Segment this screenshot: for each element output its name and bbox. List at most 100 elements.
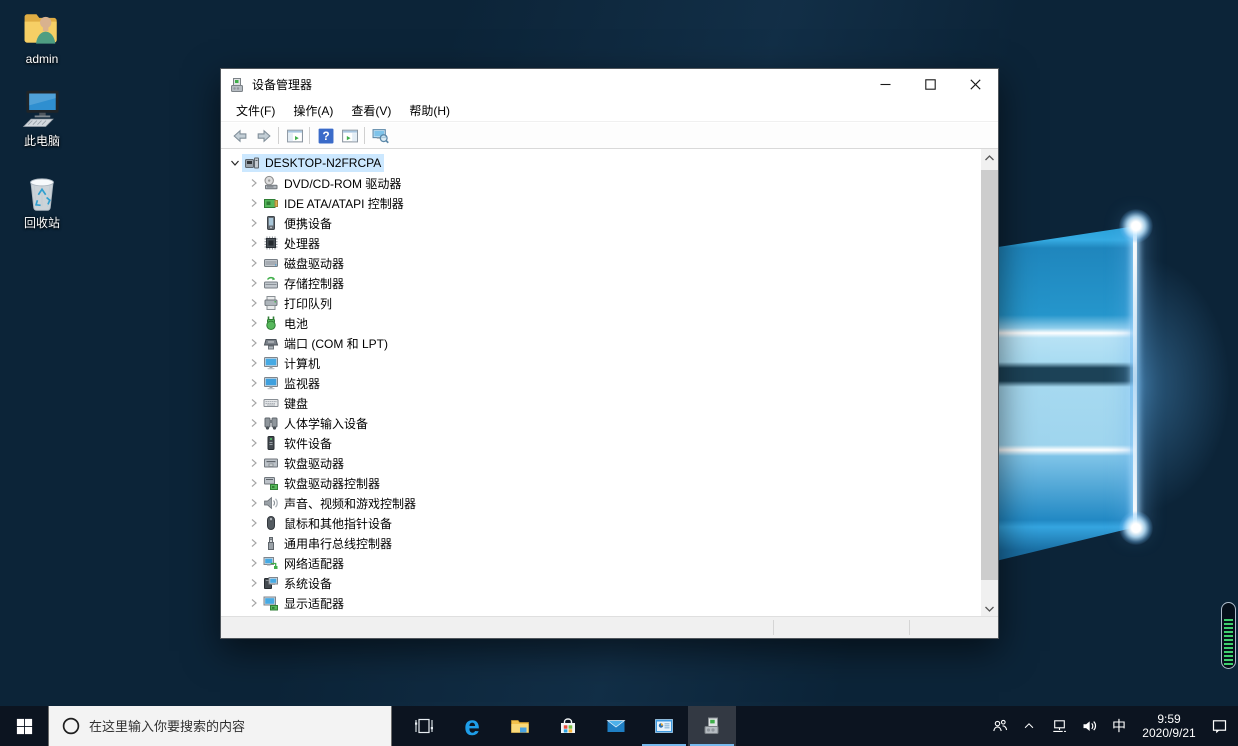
volume-icon[interactable] bbox=[1076, 706, 1102, 746]
maximize-button[interactable] bbox=[908, 69, 953, 100]
tree-row-17[interactable]: 鼠标和其他指针设备 bbox=[221, 513, 981, 533]
chevron-right-icon[interactable] bbox=[247, 456, 261, 470]
tree-row-13[interactable]: 软件设备 bbox=[221, 433, 981, 453]
tree-row-11[interactable]: 键盘 bbox=[221, 393, 981, 413]
chevron-right-icon[interactable] bbox=[247, 536, 261, 550]
back-button[interactable] bbox=[227, 125, 251, 147]
chevron-right-icon[interactable] bbox=[247, 396, 261, 410]
tree-row-2[interactable]: 便携设备 bbox=[221, 213, 981, 233]
menu-item-2[interactable]: 查看(V) bbox=[342, 99, 400, 122]
scroll-down-button[interactable] bbox=[981, 600, 998, 617]
tree-row-14[interactable]: 软盘驱动器 bbox=[221, 453, 981, 473]
taskbar-app-device-manager[interactable] bbox=[688, 706, 736, 746]
tree-row-4[interactable]: 磁盘驱动器 bbox=[221, 253, 981, 273]
chevron-right-icon[interactable] bbox=[247, 436, 261, 450]
menu-item-1[interactable]: 操作(A) bbox=[284, 99, 342, 122]
desktop-icon-admin[interactable]: admin bbox=[4, 6, 80, 66]
tree-root-row[interactable]: DESKTOP-N2FRCPA bbox=[221, 153, 981, 173]
tree-row-16[interactable]: 声音、视频和游戏控制器 bbox=[221, 493, 981, 513]
taskbar-app-control-panel[interactable] bbox=[640, 706, 688, 746]
start-button[interactable] bbox=[0, 706, 48, 746]
console-tree-button[interactable] bbox=[282, 125, 306, 147]
clock[interactable]: 9:59 2020/9/21 bbox=[1136, 712, 1202, 740]
desktop-icon-this-pc[interactable]: 此电脑 bbox=[4, 88, 80, 148]
tree-row-12[interactable]: 人体学输入设备 bbox=[221, 413, 981, 433]
tree-item-label: 声音、视频和游戏控制器 bbox=[284, 495, 416, 512]
action-pane-button[interactable] bbox=[337, 125, 361, 147]
chevron-right-icon[interactable] bbox=[247, 336, 261, 350]
vertical-scrollbar[interactable] bbox=[981, 149, 998, 617]
taskbar-app-edge[interactable]: e bbox=[448, 706, 496, 746]
tree-item-label: 端口 (COM 和 LPT) bbox=[284, 335, 388, 352]
tree-row-10[interactable]: 监视器 bbox=[221, 373, 981, 393]
chevron-right-icon[interactable] bbox=[247, 576, 261, 590]
tree-row-9[interactable]: 计算机 bbox=[221, 353, 981, 373]
taskbar-app-mail[interactable] bbox=[592, 706, 640, 746]
keyboard-icon bbox=[263, 395, 279, 411]
scan-hardware-button[interactable] bbox=[368, 125, 392, 147]
chevron-right-icon[interactable] bbox=[247, 236, 261, 250]
tree-item-label: 电池 bbox=[284, 315, 308, 332]
minimize-button[interactable] bbox=[863, 69, 908, 100]
hid-icon bbox=[263, 415, 279, 431]
taskbar-app-task-view[interactable] bbox=[400, 706, 448, 746]
taskbar-app-file-explorer[interactable] bbox=[496, 706, 544, 746]
title-bar[interactable]: 设备管理器 bbox=[221, 69, 998, 100]
tree-row-1[interactable]: IDE ATA/ATAPI 控制器 bbox=[221, 193, 981, 213]
chevron-right-icon[interactable] bbox=[247, 516, 261, 530]
toolbar-separator bbox=[309, 127, 310, 144]
network-icon[interactable] bbox=[1046, 706, 1072, 746]
search-input[interactable] bbox=[89, 719, 369, 734]
tree-row-8[interactable]: 端口 (COM 和 LPT) bbox=[221, 333, 981, 353]
tree-row-19[interactable]: 网络适配器 bbox=[221, 553, 981, 573]
menu-item-3[interactable]: 帮助(H) bbox=[400, 99, 459, 122]
tree-row-3[interactable]: 处理器 bbox=[221, 233, 981, 253]
people-icon[interactable] bbox=[986, 706, 1012, 746]
chevron-right-icon[interactable] bbox=[247, 356, 261, 370]
taskbar-app-store[interactable] bbox=[544, 706, 592, 746]
scroll-up-button[interactable] bbox=[981, 149, 998, 166]
system-tray: 中 9:59 2020/9/21 bbox=[986, 706, 1238, 746]
tree-item-label: 打印队列 bbox=[284, 295, 332, 312]
tree-row-6[interactable]: 打印队列 bbox=[221, 293, 981, 313]
chevron-down-icon[interactable] bbox=[228, 156, 242, 170]
volume-osd-fill bbox=[1224, 619, 1233, 666]
tree-row-5[interactable]: 存储控制器 bbox=[221, 273, 981, 293]
chevron-right-icon[interactable] bbox=[247, 556, 261, 570]
chevron-right-icon[interactable] bbox=[247, 176, 261, 190]
chevron-right-icon[interactable] bbox=[247, 476, 261, 490]
chevron-right-icon[interactable] bbox=[247, 416, 261, 430]
tree-item-label: DVD/CD-ROM 驱动器 bbox=[284, 175, 401, 192]
chevron-right-icon[interactable] bbox=[247, 296, 261, 310]
tree-row-0[interactable]: DVD/CD-ROM 驱动器 bbox=[221, 173, 981, 193]
chevron-right-icon[interactable] bbox=[247, 276, 261, 290]
taskbar-search-box[interactable] bbox=[48, 706, 392, 746]
task-view-icon bbox=[414, 716, 434, 736]
forward-button[interactable] bbox=[251, 125, 275, 147]
chevron-right-icon[interactable] bbox=[247, 216, 261, 230]
scrollbar-thumb[interactable] bbox=[981, 170, 998, 580]
taskbar-apps: e bbox=[400, 706, 736, 746]
desktop-icon-list: admin 此电脑 bbox=[4, 6, 80, 252]
menu-item-0[interactable]: 文件(F) bbox=[227, 99, 284, 122]
tree-item-label: 处理器 bbox=[284, 235, 320, 252]
forward-icon bbox=[255, 127, 272, 144]
close-button[interactable] bbox=[953, 69, 998, 100]
ime-indicator[interactable]: 中 bbox=[1106, 706, 1132, 746]
tree-row-15[interactable]: 软盘驱动器控制器 bbox=[221, 473, 981, 493]
tree-row-21[interactable]: 显示适配器 bbox=[221, 593, 981, 613]
chevron-right-icon[interactable] bbox=[247, 196, 261, 210]
tree-row-18[interactable]: 通用串行总线控制器 bbox=[221, 533, 981, 553]
chevron-right-icon[interactable] bbox=[247, 376, 261, 390]
tree-row-7[interactable]: 电池 bbox=[221, 313, 981, 333]
desktop-icon-recycle-bin[interactable]: 回收站 bbox=[4, 170, 80, 230]
chevron-right-icon[interactable] bbox=[247, 256, 261, 270]
tree-row-20[interactable]: 系统设备 bbox=[221, 573, 981, 593]
chevron-right-icon[interactable] bbox=[247, 496, 261, 510]
action-center-icon[interactable] bbox=[1206, 706, 1232, 746]
chevron-right-icon[interactable] bbox=[247, 596, 261, 610]
show-hidden-icons-chevron[interactable] bbox=[1016, 706, 1042, 746]
chevron-right-icon[interactable] bbox=[247, 316, 261, 330]
help-button[interactable]: ? bbox=[313, 125, 337, 147]
ports-icon bbox=[263, 335, 279, 351]
